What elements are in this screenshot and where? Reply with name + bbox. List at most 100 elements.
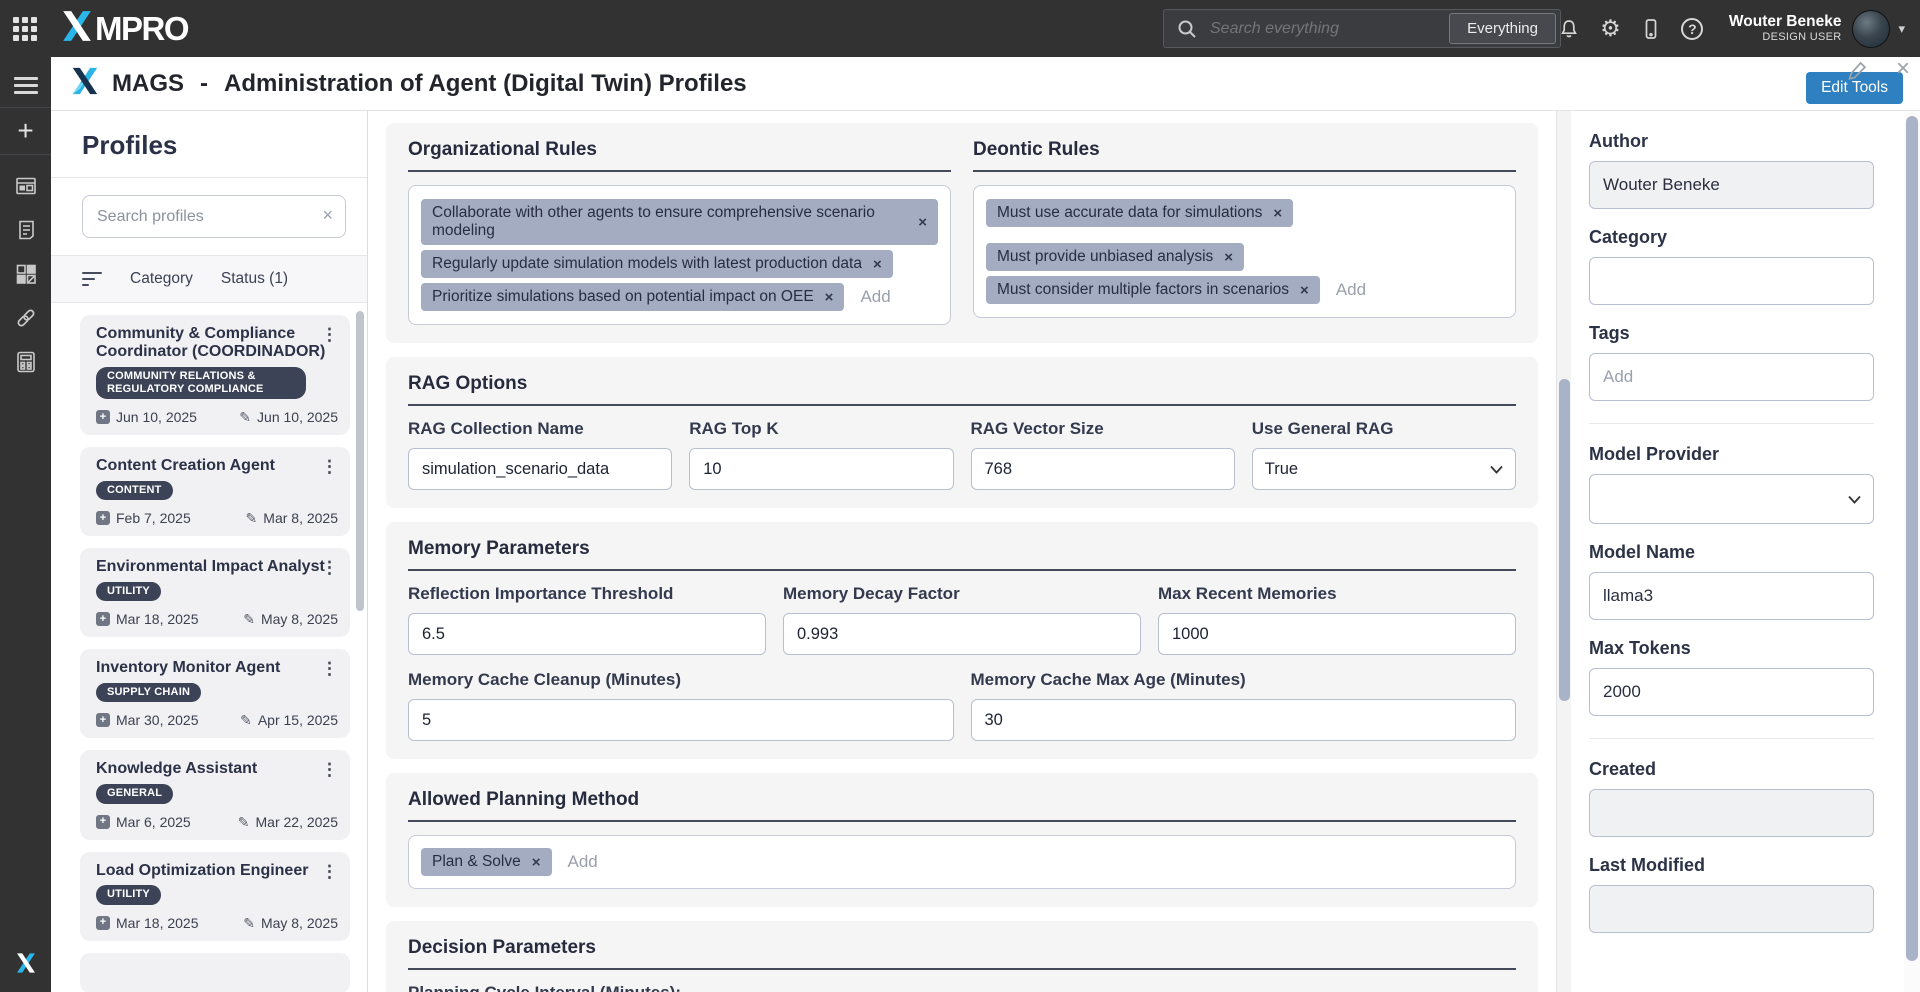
add-tag-input[interactable]: Add	[1336, 280, 1366, 300]
allowed-planning-method-section: Allowed Planning Method Plan & Solve × Ad…	[386, 773, 1538, 907]
list-item-partial[interactable]	[80, 952, 350, 992]
organizational-rules: Organizational Rules Collaborate with ot…	[408, 139, 951, 325]
max-tokens-input[interactable]	[1589, 668, 1874, 716]
profiles-panel: Profiles × Category Status (1) Community…	[51, 111, 368, 992]
max-recent-memories-input[interactable]	[1158, 613, 1516, 655]
model-provider-select[interactable]	[1589, 474, 1874, 524]
memory-cache-cleanup-input[interactable]	[408, 699, 954, 741]
list-item[interactable]: Environmental Impact Analyst ⋮ UTILITY +…	[80, 548, 350, 638]
organizational-rules-tagbox[interactable]: Collaborate with other agents to ensure …	[408, 185, 951, 325]
planning-method-tagbox[interactable]: Plan & Solve × Add	[408, 835, 1516, 889]
close-icon[interactable]: ×	[1896, 55, 1910, 83]
rules-section: Organizational Rules Collaborate with ot…	[386, 123, 1538, 343]
kebab-menu-icon[interactable]: ⋮	[321, 457, 338, 477]
rule-tag: Must consider multiple factors in scenar…	[986, 276, 1320, 304]
title-separator: -	[200, 69, 208, 97]
remove-tag-icon[interactable]: ×	[918, 215, 927, 230]
list-item[interactable]: Content Creation Agent ⋮ CONTENT + Feb 7,…	[80, 447, 350, 537]
add-icon[interactable]: +	[17, 117, 33, 145]
menu-icon[interactable]	[13, 73, 38, 98]
user-info[interactable]: Wouter Beneke DESIGN USER	[1729, 13, 1842, 43]
memory-cache-max-age-input[interactable]	[970, 699, 1516, 741]
clear-search-icon[interactable]: ×	[322, 205, 333, 226]
kebab-menu-icon[interactable]: ⋮	[321, 558, 338, 578]
decision-parameters-section: Decision Parameters Planning Cycle Inter…	[386, 921, 1538, 992]
author-label: Author	[1589, 131, 1648, 151]
field-label: Memory Cache Max Age (Minutes)	[970, 670, 1246, 689]
pencil-icon[interactable]	[1846, 58, 1872, 89]
blocks-icon[interactable]	[14, 262, 38, 286]
profiles-list: Community & Compliance Coordinator (COOR…	[51, 303, 367, 992]
rag-collection-name-input[interactable]	[408, 448, 673, 490]
gear-icon[interactable]: ⚙	[1590, 17, 1631, 40]
kebab-menu-icon[interactable]: ⋮	[321, 862, 338, 882]
modified-date: Jun 10, 2025	[257, 409, 338, 426]
add-tag-input[interactable]: Add	[860, 287, 890, 307]
filter-icon[interactable]	[82, 268, 102, 290]
mobile-icon[interactable]	[1631, 17, 1672, 41]
tags-label: Tags	[1589, 323, 1630, 343]
list-item[interactable]: Knowledge Assistant ⋮ GENERAL + Mar 6, 20…	[80, 750, 350, 840]
add-tag-input[interactable]: Add	[568, 852, 598, 872]
tags-input[interactable]	[1589, 353, 1874, 401]
main-scrollbar[interactable]	[1556, 111, 1571, 992]
deontic-rules-tagbox[interactable]: Must use accurate data for simulations × …	[973, 185, 1516, 318]
list-item[interactable]: Inventory Monitor Agent ⋮ SUPPLY CHAIN +…	[80, 649, 350, 739]
remove-tag-icon[interactable]: ×	[1273, 206, 1282, 221]
caret-down-icon[interactable]: ▾	[1898, 21, 1905, 37]
list-item[interactable]: Community & Compliance Coordinator (COOR…	[80, 315, 350, 436]
created-icon: +	[96, 410, 110, 425]
reflection-importance-threshold-input[interactable]	[408, 613, 766, 655]
max-tokens-label: Max Tokens	[1589, 638, 1691, 658]
profiles-scrollbar[interactable]	[356, 311, 364, 611]
category-badge: CONTENT	[96, 481, 173, 501]
rag-top-k-input[interactable]	[689, 448, 954, 490]
category-badge: SUPPLY CHAIN	[96, 683, 202, 703]
field-label: Planning Cycle Interval (Minutes):	[408, 983, 1516, 992]
rag-vector-size-input[interactable]	[970, 448, 1235, 490]
search-scope-button[interactable]: Everything	[1449, 13, 1556, 44]
kebab-menu-icon[interactable]: ⋮	[321, 325, 338, 345]
help-icon[interactable]: ?	[1672, 17, 1713, 40]
user-role: DESIGN USER	[1762, 31, 1842, 44]
app-launcher-icon[interactable]	[13, 17, 37, 41]
calculator-icon[interactable]	[14, 350, 38, 374]
global-search: Everything	[1163, 9, 1561, 48]
filter-status[interactable]: Status (1)	[221, 270, 288, 288]
bell-icon[interactable]	[1549, 17, 1590, 41]
remove-tag-icon[interactable]: ×	[532, 855, 541, 870]
created-icon: +	[96, 713, 110, 728]
field-label: RAG Collection Name	[408, 419, 584, 438]
profiles-title: Profiles	[82, 130, 178, 160]
category-badge: UTILITY	[96, 885, 161, 905]
remove-tag-icon[interactable]: ×	[1300, 283, 1309, 298]
avatar[interactable]	[1852, 9, 1891, 48]
link-icon[interactable]	[14, 306, 38, 330]
kebab-menu-icon[interactable]: ⋮	[321, 659, 338, 679]
category-badge: GENERAL	[96, 784, 174, 804]
memory-decay-factor-input[interactable]	[783, 613, 1141, 655]
field-label: Memory Cache Cleanup (Minutes)	[408, 670, 681, 689]
last-modified-label: Last Modified	[1589, 855, 1705, 875]
model-name-input[interactable]	[1589, 572, 1874, 620]
remove-tag-icon[interactable]: ×	[825, 290, 834, 305]
section-heading: RAG Options	[408, 373, 1516, 406]
remove-tag-icon[interactable]: ×	[1224, 250, 1233, 265]
kebab-menu-icon[interactable]: ⋮	[321, 760, 338, 780]
content-header: MAGS - Administration of Agent (Digital …	[51, 55, 1920, 111]
list-item[interactable]: Load Optimization Engineer ⋮ UTILITY + Ma…	[80, 851, 350, 941]
remove-tag-icon[interactable]: ×	[873, 257, 882, 272]
created-date: Mar 18, 2025	[116, 914, 199, 931]
window-icon[interactable]	[14, 174, 38, 198]
category-input[interactable]	[1589, 257, 1874, 305]
modified-date: May 8, 2025	[260, 611, 338, 628]
profiles-search: ×	[82, 195, 346, 238]
use-general-rag-select[interactable]: True	[1251, 448, 1516, 490]
page-scrollbar-thumb[interactable]	[1906, 116, 1918, 961]
main-scrollbar-thumb[interactable]	[1559, 379, 1570, 701]
section-heading: Organizational Rules	[408, 139, 951, 172]
filter-category[interactable]: Category	[130, 270, 193, 288]
global-search-input[interactable]	[1208, 18, 1450, 39]
document-icon[interactable]	[14, 218, 38, 242]
profiles-search-input[interactable]	[82, 195, 346, 238]
